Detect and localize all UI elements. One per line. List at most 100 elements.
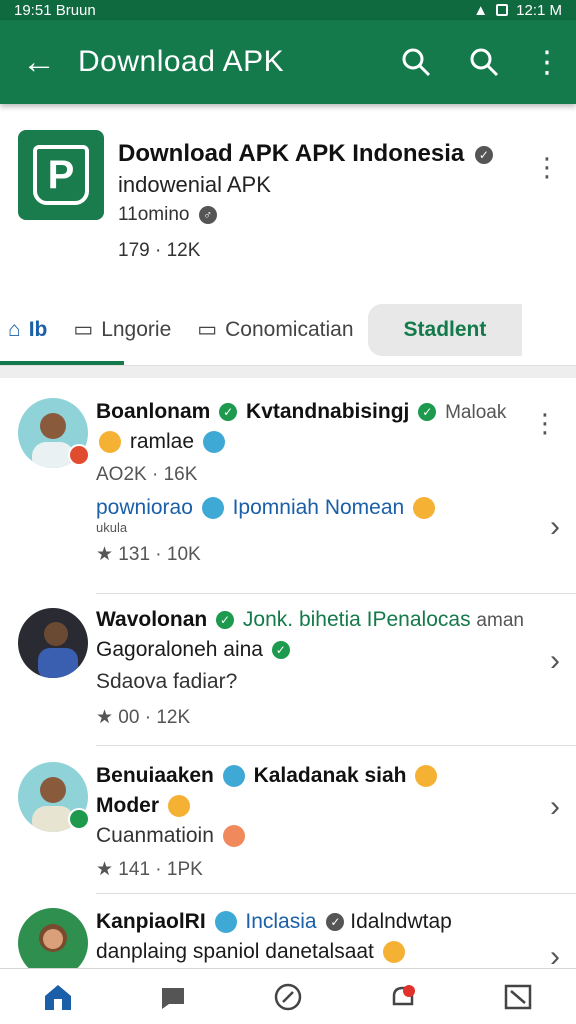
back-button[interactable]: ← (0, 43, 78, 82)
emoji-icon (382, 941, 405, 964)
post-text: danplaing spaniol danetalsaat (96, 940, 374, 963)
tab-category[interactable]: ▭ Lngorie (65, 294, 179, 365)
status-badge (68, 444, 90, 466)
verified-icon: ✓ (219, 403, 238, 422)
post-author: Benuiaaken Kaladanak siah (96, 764, 576, 788)
overflow-menu-button[interactable]: ⋮ (518, 45, 576, 80)
channel-header: P Download APK APK Indonesia ✓ indowenia… (0, 104, 576, 294)
status-time: 19:51 Bruun (14, 1, 96, 19)
comment-icon: ▭ (73, 318, 94, 341)
post-count: ★ 141 · 1PK (96, 859, 203, 880)
post-count: ★ 131 · 10K (96, 544, 201, 565)
badge-icon: ♂ (198, 205, 217, 224)
app-bar: ← Download APK ⋮ (0, 20, 576, 104)
author-name: Wavolonan (96, 608, 208, 631)
more-vert-icon: ⋮ (532, 45, 562, 79)
tab-label: Ib (28, 317, 48, 341)
author-name: Boanlonam (96, 400, 211, 423)
nav-messages[interactable] (151, 975, 195, 1019)
post-line: Moder (96, 794, 576, 818)
author-tag: Maloak (445, 402, 507, 423)
home-icon: ⌂ (8, 317, 21, 341)
tab-bar: ⌂ Ib ▭ Lngorie ▭ Conomicatian Stadlent (0, 294, 576, 366)
channel-title-text: Download APK APK Indonesia (118, 140, 465, 167)
avatar (18, 608, 88, 678)
chevron-right-icon[interactable]: › (550, 940, 560, 968)
emoji-icon (415, 765, 438, 788)
list-item[interactable]: Wavolonan ✓ Jonk. bihetia IPenalocas ama… (18, 594, 576, 746)
author-tag: Idalndwtap (350, 910, 452, 933)
verified-icon: ✓ (474, 145, 493, 164)
search-icon (470, 48, 499, 77)
person-avatar-icon (39, 924, 67, 952)
nav-notifications[interactable] (381, 975, 425, 1019)
search-button[interactable] (382, 47, 450, 77)
bottom-navigation (0, 968, 576, 1024)
tab-communication[interactable]: ▭ Conomicatian (189, 294, 361, 365)
verified-icon: ✓ (418, 403, 437, 422)
status-clock: 12:1 M (516, 1, 562, 19)
author-name-2: Kvtandnabisingj (246, 400, 410, 423)
post-line: ramlae (96, 430, 576, 454)
nav-inbox[interactable] (496, 975, 540, 1019)
nav-home[interactable] (36, 975, 80, 1019)
inbox-icon (505, 984, 532, 1009)
search-icon (402, 48, 431, 77)
search-button-2[interactable] (450, 47, 518, 77)
tab-student[interactable]: Stadlent (367, 303, 523, 356)
post-line: danplaing spaniol danetalsaat (96, 940, 576, 964)
tab-home[interactable]: ⌂ Ib (0, 294, 125, 365)
channel-count: 179 · 12K (118, 240, 201, 261)
signal-icon: ▲ (473, 1, 489, 19)
post-author: Boanlonam ✓ Kvtandnabisingj ✓ Maloak (96, 400, 576, 424)
list-item[interactable]: Benuiaaken Kaladanak siah Moder Cuanmati… (18, 746, 576, 894)
post-link[interactable]: powniorao Ipomniah Nomean (96, 496, 576, 520)
author-tag: aman (476, 610, 524, 631)
status-bar: 19:51 Bruun ▲ 12:1 M (0, 0, 576, 20)
emoji-icon (99, 431, 121, 454)
list-item[interactable]: Boanlonam ✓ Kvtandnabisingj ✓ Maloak ram… (18, 378, 576, 594)
header-more-button[interactable]: ⋮ (534, 154, 560, 180)
section-divider (0, 366, 576, 378)
globe-icon (222, 765, 245, 788)
flower-icon (201, 497, 224, 520)
post-feed[interactable]: Boanlonam ✓ Kvtandnabisingj ✓ Maloak ram… (0, 378, 576, 968)
post-small: ukula (96, 520, 128, 535)
flower-icon (214, 911, 237, 934)
author-name: Benuiaaken (96, 764, 214, 787)
channel-meta: 11omino ♂ (118, 204, 217, 226)
emoji-icon (167, 795, 190, 818)
app-logo: P (18, 130, 104, 220)
tab-label: Lngorie (101, 317, 172, 341)
chevron-right-icon[interactable]: › (550, 644, 560, 678)
verified-icon: ✓ (216, 611, 235, 630)
nav-explore[interactable] (266, 975, 310, 1019)
post-author: KanpiaolRI Inclasia ✓ Idalndwtap (96, 910, 576, 934)
channel-title: Download APK APK Indonesia ✓ (118, 140, 493, 168)
channel-meta-text: 11omino (118, 204, 190, 225)
link-text: powniorao (96, 496, 193, 519)
post-author: Wavolonan ✓ Jonk. bihetia IPenalocas ama… (96, 608, 576, 632)
tab-label: Stadlent (403, 317, 487, 341)
post-line: Gagoraloneh aina ✓ (96, 638, 576, 662)
emoji-icon (222, 825, 245, 848)
tab-label: Conomicatian (225, 317, 354, 341)
list-item[interactable]: KanpiaolRI Inclasia ✓ Idalndwtap danplai… (18, 894, 576, 968)
more-vert-icon: ⋮ (534, 152, 560, 182)
message-icon (161, 987, 184, 1009)
status-badge (68, 808, 90, 830)
more-vert-icon: ⋮ (532, 408, 558, 438)
post-more-button[interactable]: ⋮ (532, 410, 558, 436)
post-text: Gagoraloneh aina (96, 638, 263, 661)
status-icons: ▲ 12:1 M (473, 2, 562, 19)
arrow-left-icon: ← (22, 42, 56, 81)
emoji-icon (413, 497, 436, 520)
battery-icon (496, 4, 509, 16)
person-avatar-icon (38, 622, 78, 678)
chevron-right-icon[interactable]: › (550, 790, 560, 824)
chevron-right-icon[interactable]: › (550, 510, 560, 544)
post-text: ramlae (129, 430, 195, 453)
channel-subtitle: indowenial APK (118, 172, 271, 197)
verified-icon: ✓ (326, 913, 345, 932)
author-name-2: Jonk. bihetia IPenalocas (242, 608, 471, 631)
